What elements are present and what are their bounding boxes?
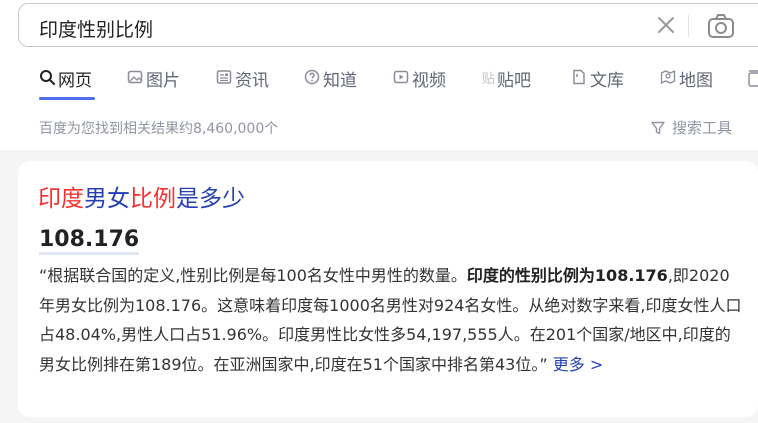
tab-wenku[interactable]: 文库	[571, 66, 624, 100]
tab-news-label: 资讯	[235, 71, 269, 91]
tab-tieba-label: 贴吧	[497, 71, 532, 91]
title-keyword: 印度	[38, 186, 84, 212]
filter-icon	[651, 121, 665, 134]
clear-icon[interactable]	[655, 14, 677, 36]
tab-map[interactable]: 地图	[660, 66, 713, 100]
search-tabs: 网页 图片 资讯 知道 视频 贴 贴吧 文库 地图	[0, 66, 758, 102]
tab-images-label: 图片	[146, 71, 180, 91]
tab-map-label: 地图	[679, 71, 713, 91]
tab-zhidao[interactable]: 知道	[304, 66, 357, 100]
camera-icon[interactable]	[707, 13, 735, 39]
tab-video[interactable]: 视频	[393, 66, 446, 100]
more-link[interactable]: 更多 >	[553, 355, 604, 374]
answer-value: 108.176	[39, 227, 140, 255]
title-text: 男女	[84, 186, 130, 212]
tab-wenku-label: 文库	[590, 71, 624, 91]
result-title-link[interactable]: 印度男女比例是多少	[38, 179, 245, 213]
tab-web[interactable]: 网页	[39, 66, 92, 100]
answer-card: 印度男女比例是多少 108.176 “根据联合国的定义,性别比例是每100名女性…	[18, 161, 758, 417]
search-input[interactable]: 印度性别比例	[39, 15, 153, 42]
image-icon	[127, 70, 143, 84]
tab-zhidao-label: 知道	[323, 71, 357, 91]
document-icon	[573, 69, 585, 85]
tab-video-label: 视频	[412, 71, 446, 91]
news-icon	[216, 70, 232, 84]
tab-news[interactable]: 资讯	[216, 66, 269, 100]
snippet-highlight: 印度的性别比例为108.176	[466, 266, 668, 285]
more-tabs-icon[interactable]	[748, 69, 758, 87]
tab-images[interactable]: 图片	[127, 66, 180, 100]
video-icon	[393, 70, 409, 84]
answer-snippet: “根据联合国的定义,性别比例是每100名女性中男性的数量。印度的性别比例为108…	[39, 261, 743, 379]
title-keyword: 比例	[130, 186, 176, 212]
search-tools-button[interactable]: 搜索工具	[650, 117, 732, 138]
title-text: 是多少	[176, 186, 245, 212]
search-tools-label: 搜索工具	[672, 119, 733, 137]
tab-tieba[interactable]: 贴 贴吧	[482, 66, 531, 100]
question-icon	[304, 69, 320, 85]
answer-number: 108.176	[39, 227, 140, 255]
tieba-icon: 贴	[482, 72, 496, 87]
active-tab-indicator	[39, 97, 95, 100]
result-count: 百度为您找到相关结果约8,460,000个	[39, 121, 279, 137]
snippet-text: “根据联合国的定义,性别比例是每100名女性中男性的数量。	[39, 266, 467, 285]
search-divider	[688, 15, 689, 37]
map-icon	[660, 69, 676, 85]
tab-web-label: 网页	[58, 71, 92, 91]
search-icon	[40, 70, 55, 85]
search-box[interactable]: 印度性别比例	[18, 3, 758, 47]
